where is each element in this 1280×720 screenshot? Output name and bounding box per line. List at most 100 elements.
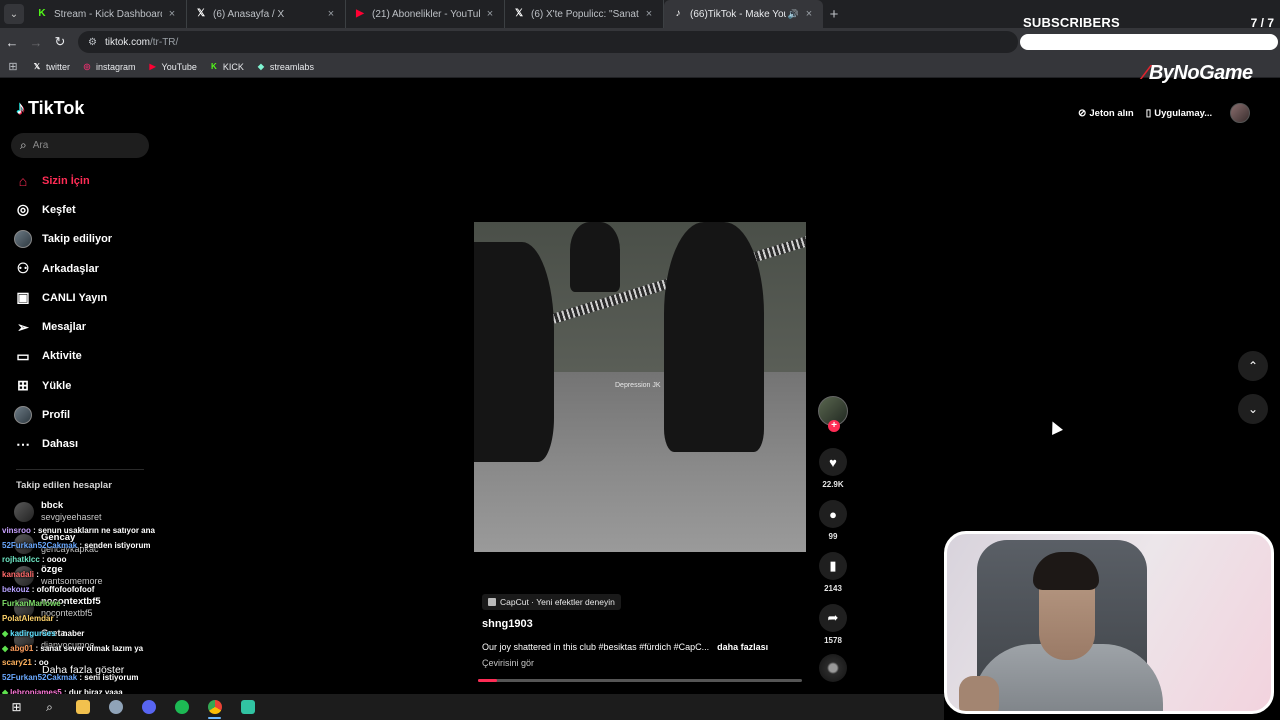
reload-button[interactable]: ↻ (48, 34, 72, 50)
share-action[interactable]: ➦ 1578 (814, 604, 852, 645)
profile-avatar-icon (14, 406, 32, 425)
app-shape (108, 700, 123, 714)
kick-icon: K (38, 8, 46, 19)
address-bar[interactable]: ⚙ tiktok.com/tr-TR/ (78, 31, 1018, 53)
close-tab-icon[interactable]: × (484, 8, 496, 20)
search-placeholder: Ara (32, 140, 49, 151)
music-disc-icon[interactable] (819, 654, 847, 682)
apps-grid-icon[interactable]: ⊞ (0, 60, 26, 73)
heart-icon[interactable]: ♥ (819, 448, 847, 476)
capcut-cta-badge[interactable]: CapCut · Yeni efektler deneyin (482, 594, 621, 610)
more-dots-icon: ⋯ (16, 435, 30, 452)
chat-username: bekouz (2, 584, 30, 594)
sidebar-item-label: Keşfet (42, 203, 76, 216)
video-author[interactable]: shng1903 (482, 618, 533, 630)
save-action[interactable]: ▮ 2143 (814, 552, 852, 593)
messages-icon: ➢ (17, 318, 29, 335)
sidebar-divider (16, 469, 144, 470)
bookmark-item[interactable]: K KICK (203, 62, 250, 72)
kick-icon: K (211, 61, 217, 71)
next-video-button[interactable]: ⌄ (1238, 394, 1268, 424)
chrome-icon[interactable] (198, 694, 231, 720)
bookmark-item[interactable]: ◎ instagram (76, 62, 142, 72)
account-username: bbck (41, 500, 64, 511)
tab-strip: K Stream - Kick Dashboard × 𝕏 (6) Anasayfa /… (28, 0, 823, 28)
sidebar-item[interactable]: Takip ediliyor (14, 225, 154, 254)
chat-username: PolatAlemdar (2, 614, 54, 624)
new-tab-button[interactable]: + (823, 6, 845, 23)
get-app-button[interactable]: ▯ Uygulamay... (1140, 108, 1218, 119)
x-logo-icon: 𝕏 (514, 8, 524, 19)
sidebar-item[interactable]: ▣ CANLI Yayın (14, 283, 154, 312)
bookmark-label: streamlabs (269, 61, 314, 72)
like-action[interactable]: ♥ 22.9K (814, 448, 852, 489)
sidebar-item-label: Arkadaşlar (42, 262, 99, 275)
sidebar-item-label: Aktivite (42, 350, 82, 363)
chat-separator: : (31, 658, 39, 668)
sidebar-item[interactable]: ⌂ Sizin İçin (14, 166, 154, 195)
follow-plus-icon[interactable]: + (828, 420, 840, 432)
sidebar-item-label: Mesajlar (42, 321, 87, 334)
speaker-icon[interactable]: 🔊 (788, 9, 799, 20)
subscribers-goal-widget: SUBSCRIBERS 7 / 7 (1020, 14, 1278, 54)
tiktok-wordmark: TikTok (28, 98, 85, 118)
sidebar-item[interactable]: ◎ Keşfet (14, 195, 154, 224)
browser-tab[interactable]: K Stream - Kick Dashboard × (28, 0, 187, 28)
subscribers-progress-fill (1026, 39, 1272, 45)
close-tab-icon[interactable]: × (166, 8, 178, 20)
user-avatar[interactable] (1230, 103, 1251, 123)
search-input[interactable]: ⌕ Ara (11, 133, 149, 158)
comment-count: 99 (828, 532, 838, 541)
close-tab-icon[interactable]: × (325, 8, 337, 20)
video-progress-bar[interactable] (478, 679, 802, 682)
mouse-cursor-icon (1047, 419, 1063, 435)
streamlabs-icon: ◆ (257, 61, 264, 71)
bookmark-icon[interactable]: ▮ (819, 552, 847, 580)
caption-more-link[interactable]: daha fazlası (717, 642, 768, 652)
back-button[interactable]: ← (0, 35, 24, 50)
spotify-icon[interactable] (165, 694, 198, 720)
browser-tab[interactable]: 𝕏 (6) X'te Populicc: "Sanatçıların y × (505, 0, 664, 28)
bookmark-item[interactable]: ◆ streamlabs (250, 62, 320, 72)
search-icon[interactable]: ⌕ (33, 694, 66, 720)
x-logo-icon: 𝕏 (196, 8, 206, 19)
game-app-icon[interactable] (99, 694, 132, 720)
get-coins-button[interactable]: ⊘ Jeton alın (1072, 108, 1140, 119)
sidebar-item[interactable]: ⊞ Yükle (14, 371, 154, 400)
tab-search-button[interactable]: ⌄ (4, 4, 24, 24)
browser-tab[interactable]: 𝕏 (6) Anasayfa / X × (187, 0, 346, 28)
browser-tab[interactable]: ♪ (66)TikTok - Make Your Day🔊 × (664, 0, 823, 28)
comment-action[interactable]: ● 99 (814, 500, 852, 541)
comment-icon[interactable]: ● (819, 500, 847, 528)
windows-start-icon[interactable]: ⊞ (0, 694, 33, 720)
previous-video-button[interactable]: ⌃ (1238, 351, 1268, 381)
tiktok-logo[interactable]: ♪ TikTok (16, 98, 84, 119)
chat-text: sanat sever olmak lazım ya (40, 643, 144, 653)
sidebar-item[interactable]: ➢ Mesajlar (14, 312, 154, 341)
bookmark-item[interactable]: 𝕏twitter (26, 62, 76, 72)
account-avatar (14, 502, 34, 522)
sidebar-item[interactable]: ⋯ Dahası (14, 430, 154, 459)
chat-separator: : (29, 584, 37, 594)
see-translation-link[interactable]: Çevirisini gör (482, 658, 534, 668)
forward-button[interactable]: → (24, 35, 48, 50)
close-tab-icon[interactable]: × (803, 8, 815, 20)
video-actions: + ♥ 22.9K ● 99 ▮ 2143 ➦ 1578 (814, 396, 852, 696)
close-tab-icon[interactable]: × (643, 8, 655, 20)
discord-icon[interactable] (132, 694, 165, 720)
video-player[interactable]: Depression JK (474, 222, 806, 552)
sidebar-item[interactable]: ⚇ Arkadaşlar (14, 254, 154, 283)
capcut-cta-label: CapCut · Yeni efektler deneyin (500, 597, 615, 607)
site-info-icon[interactable]: ⚙ (88, 37, 97, 48)
bookmark-item[interactable]: ▶ YouTube (142, 62, 203, 72)
chat-text: oooo (46, 555, 67, 565)
chat-username: scary21 (2, 658, 32, 668)
sidebar-item[interactable]: Profil (14, 400, 154, 429)
file-explorer-icon[interactable] (66, 694, 99, 720)
sidebar-item[interactable]: ▭ Aktivite (14, 342, 154, 371)
creator-avatar[interactable]: + (818, 396, 848, 432)
streamlabs-taskbar-icon[interactable] (231, 694, 264, 720)
browser-tab[interactable]: ▶ (21) Abonelikler - YouTube × (346, 0, 505, 28)
share-icon[interactable]: ➦ (819, 604, 847, 632)
chat-username: 52Furkan52Cakmak (2, 540, 78, 550)
